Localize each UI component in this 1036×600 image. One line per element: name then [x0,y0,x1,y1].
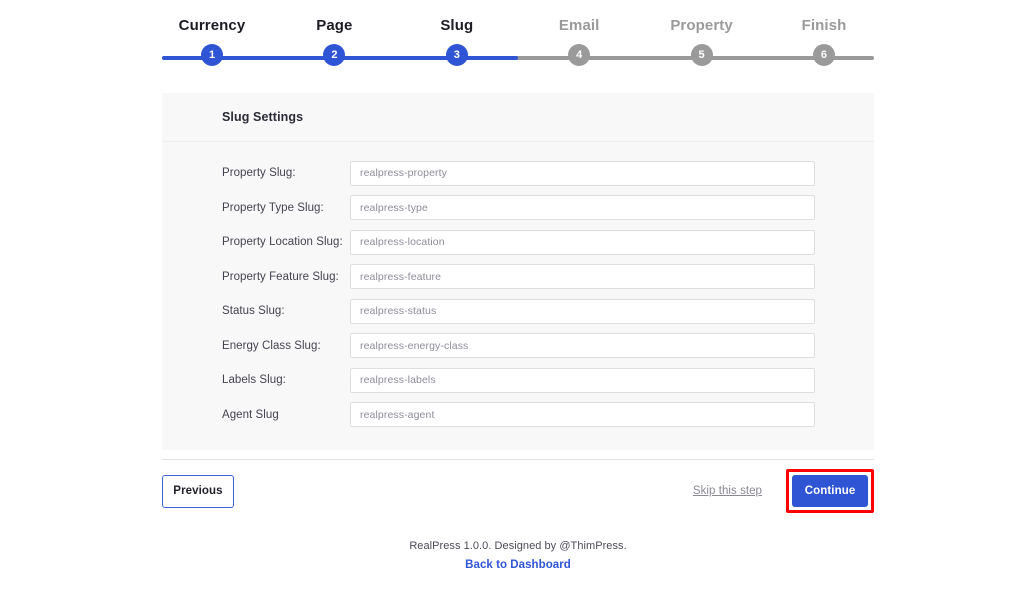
field-label: Labels Slug: [222,374,350,386]
field-row-status-slug: Status Slug: [162,294,874,329]
setup-wizard-page: Currency 1 Page 2 Slug 3 Email 4 Propert… [0,0,1036,600]
actions-right-group: Skip this step Continue [693,469,874,513]
field-row-labels-slug: Labels Slug: [162,363,874,398]
stepper-step-currency[interactable]: Currency 1 [162,18,262,66]
stepper-step-label: Finish [802,18,847,33]
property-slug-input[interactable] [350,161,815,186]
wizard-stepper: Currency 1 Page 2 Slug 3 Email 4 Propert… [162,18,874,74]
continue-button[interactable]: Continue [792,475,868,507]
field-label: Energy Class Slug: [222,340,350,352]
field-label: Status Slug: [222,305,350,317]
stepper-step-slug[interactable]: Slug 3 [407,18,507,66]
labels-slug-input[interactable] [350,368,815,393]
field-label: Property Location Slug: [222,236,350,248]
wizard-actions: Previous Skip this step Continue [162,474,874,508]
stepper-step-number: 6 [813,44,835,66]
stepper-step-page[interactable]: Page 2 [284,18,384,66]
agent-slug-input[interactable] [350,402,815,427]
field-label: Property Feature Slug: [222,271,350,283]
stepper-step-number: 3 [446,44,468,66]
stepper-step-property[interactable]: Property 5 [652,18,752,66]
stepper-step-email[interactable]: Email 4 [529,18,629,66]
previous-button[interactable]: Previous [162,475,234,508]
skip-this-step-link[interactable]: Skip this step [693,485,762,497]
stepper-step-number: 4 [568,44,590,66]
stepper-step-label: Currency [179,18,246,33]
stepper-step-label: Email [559,18,600,33]
slug-settings-panel: Slug Settings Property Slug: Property Ty… [162,93,874,450]
stepper-step-label: Property [670,18,733,33]
field-row-energy-class-slug: Energy Class Slug: [162,329,874,364]
stepper-steps: Currency 1 Page 2 Slug 3 Email 4 Propert… [162,18,874,66]
property-feature-slug-input[interactable] [350,264,815,289]
back-to-dashboard-link[interactable]: Back to Dashboard [465,559,571,571]
field-label: Agent Slug [222,409,350,421]
stepper-step-finish[interactable]: Finish 6 [774,18,874,66]
field-row-property-location-slug: Property Location Slug: [162,225,874,260]
continue-button-highlight: Continue [786,469,874,513]
stepper-step-number: 5 [691,44,713,66]
panel-body: Property Slug: Property Type Slug: Prope… [162,142,874,450]
panel-header: Slug Settings [162,93,874,142]
field-row-agent-slug: Agent Slug [162,398,874,433]
stepper-step-number: 2 [323,44,345,66]
stepper-step-number: 1 [201,44,223,66]
field-label: Property Type Slug: [222,202,350,214]
field-row-property-slug: Property Slug: [162,156,874,191]
field-row-property-feature-slug: Property Feature Slug: [162,260,874,295]
stepper-step-label: Slug [440,18,473,33]
stepper-step-label: Page [316,18,352,33]
property-type-slug-input[interactable] [350,195,815,220]
field-row-property-type-slug: Property Type Slug: [162,191,874,226]
energy-class-slug-input[interactable] [350,333,815,358]
status-slug-input[interactable] [350,299,815,324]
property-location-slug-input[interactable] [350,230,815,255]
footer-credit-text: RealPress 1.0.0. Designed by @ThimPress. [0,538,1036,555]
field-label: Property Slug: [222,167,350,179]
panel-title: Slug Settings [222,110,303,124]
page-footer: RealPress 1.0.0. Designed by @ThimPress.… [0,538,1036,573]
actions-divider [162,459,874,460]
